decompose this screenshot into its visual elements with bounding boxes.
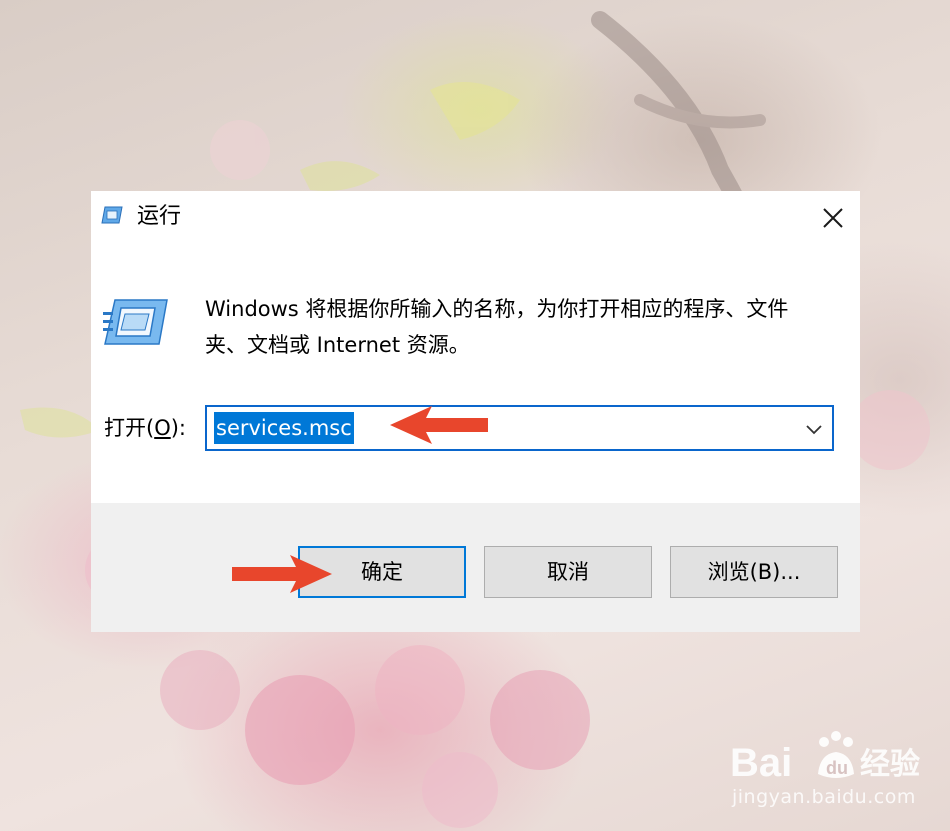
baidu-jingyan-watermark: Bai du 经验 jingyan.baidu.com [728, 728, 928, 813]
close-button[interactable] [816, 201, 850, 235]
annotation-arrow-input [390, 406, 488, 444]
browse-button[interactable]: 浏览(B)... [670, 546, 838, 598]
open-input[interactable]: services.msc [214, 412, 354, 444]
svg-text:Bai: Bai [730, 741, 792, 785]
window-title: 运行 [137, 204, 182, 229]
open-combobox[interactable]: services.msc [205, 405, 834, 451]
chevron-down-icon[interactable] [802, 417, 826, 441]
svg-text:经验: 经验 [860, 747, 920, 782]
open-label: 打开(O): [104, 416, 187, 440]
run-app-icon [101, 206, 123, 224]
baidu-logo: Bai du 经验 [730, 731, 920, 785]
dialog-description: Windows 将根据你所输入的名称，为你打开相应的程序、文件夹、文档或 Int… [205, 297, 789, 357]
close-icon [823, 208, 843, 228]
run-program-icon [103, 299, 168, 345]
button-bar: 确定 取消 浏览(B)... [91, 503, 860, 632]
cancel-button[interactable]: 取消 [484, 546, 652, 598]
svg-text:du: du [826, 758, 848, 778]
annotation-arrow-ok [232, 555, 332, 593]
watermark-url: jingyan.baidu.com [732, 786, 916, 808]
open-label-accesskey: O [154, 416, 171, 440]
title-bar[interactable]: 运行 [91, 191, 860, 243]
